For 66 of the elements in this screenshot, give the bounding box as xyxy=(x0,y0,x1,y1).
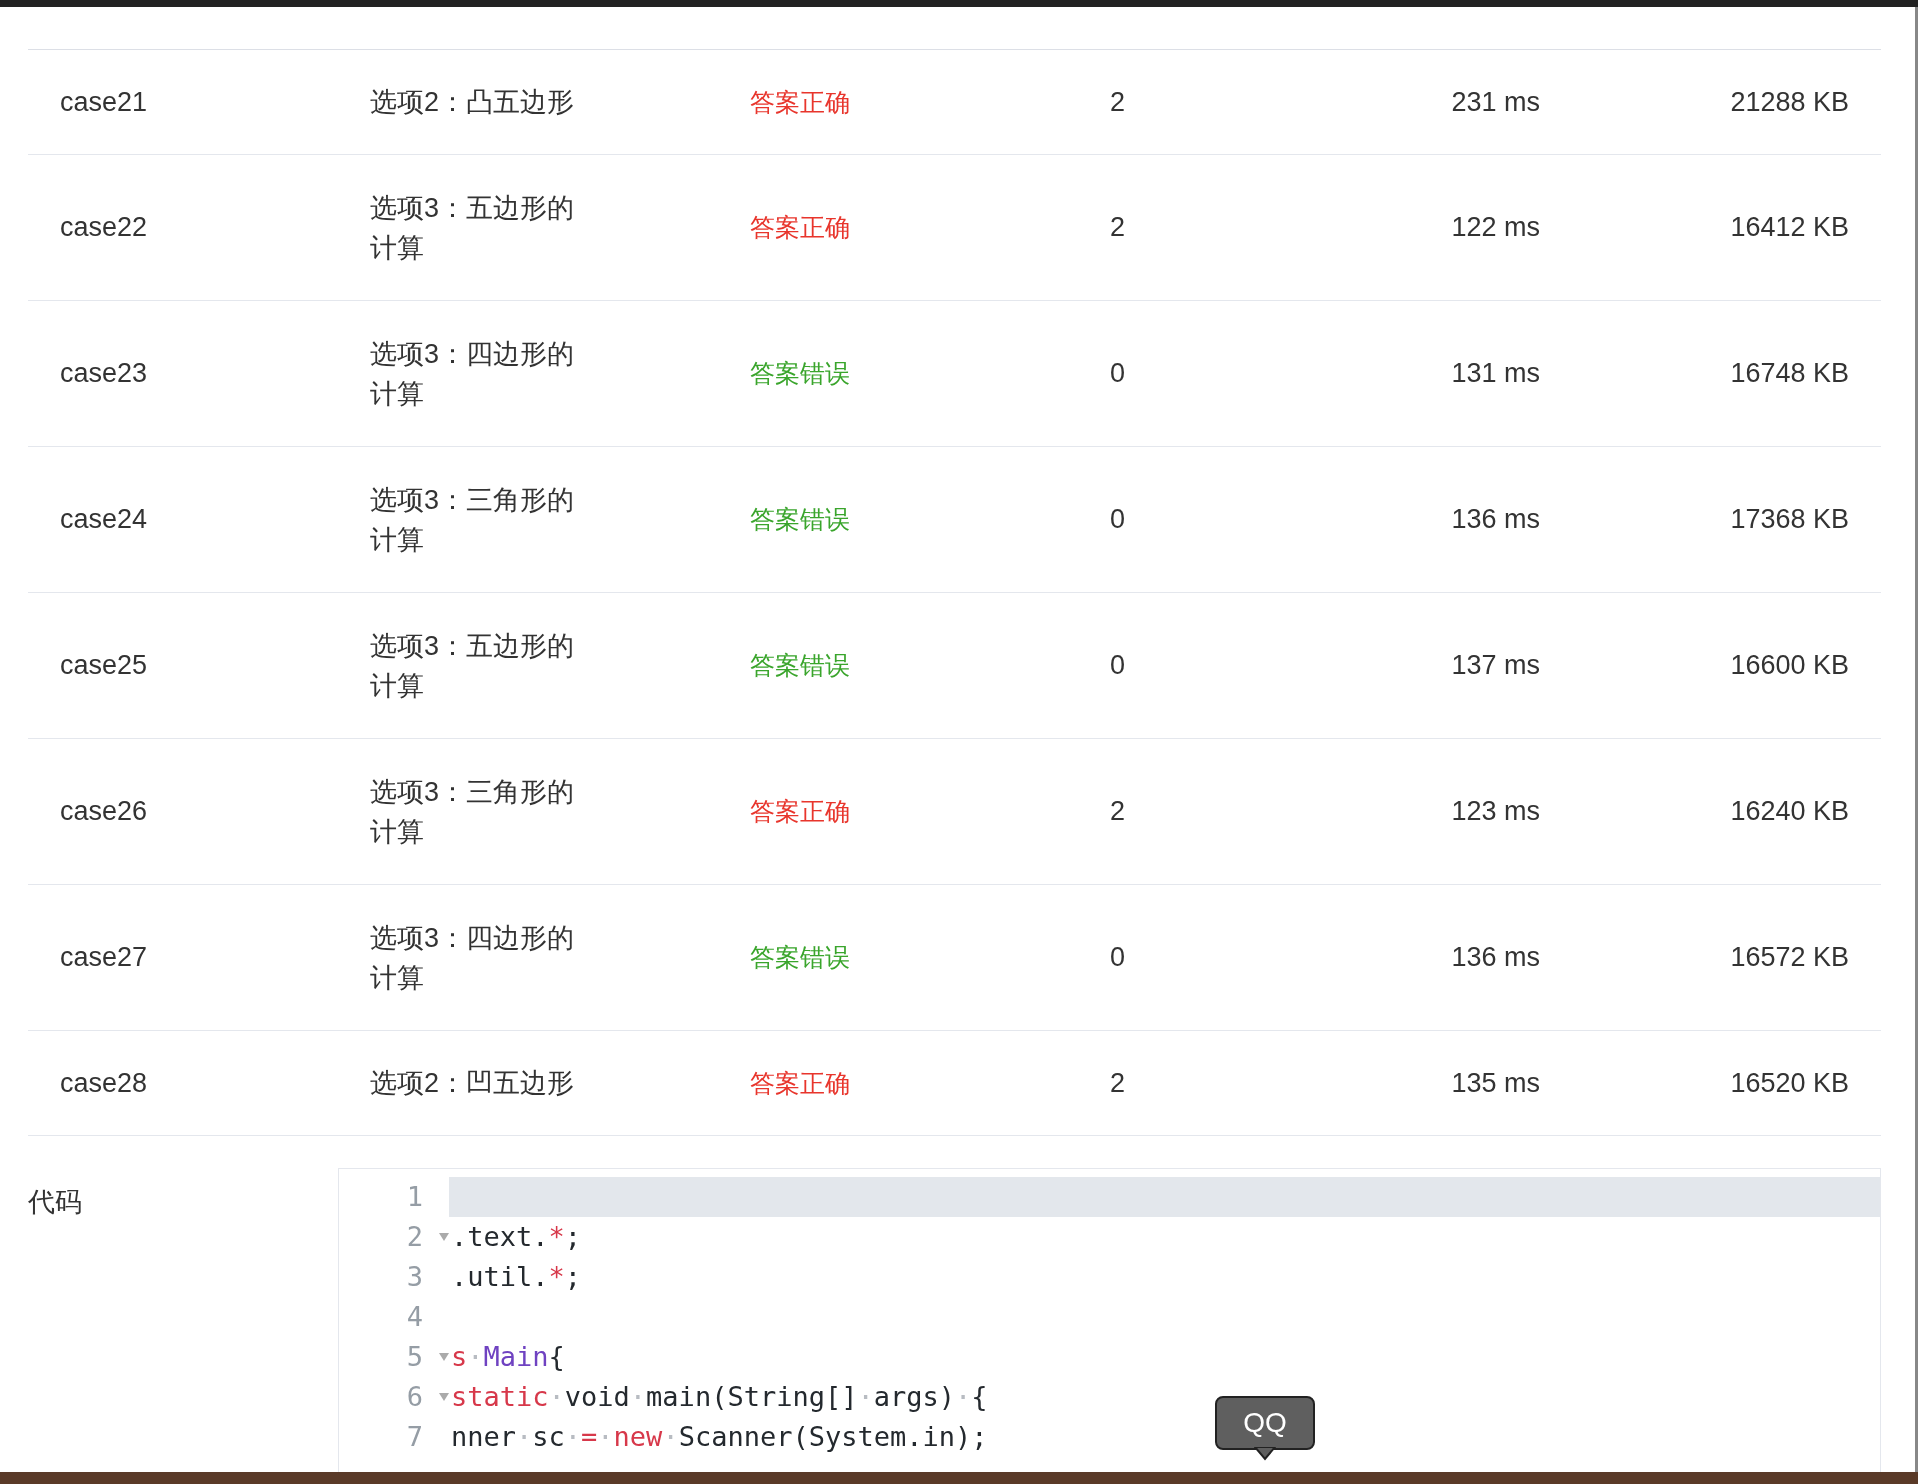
table-cell-text: 选项2：凹五边形 xyxy=(370,1067,576,1100)
line-number: 5 xyxy=(405,1339,423,1374)
code-line: .text.*; xyxy=(451,1219,582,1254)
table-cell-text: 选项3：五边形的计算 xyxy=(370,629,576,703)
table-cell-text: 135 ms xyxy=(1450,1066,1540,1100)
table-cell-text: 选项3：三角形的计算 xyxy=(370,483,576,557)
table-cell-text: case23 xyxy=(59,357,149,391)
line-number: 7 xyxy=(405,1419,423,1454)
table-cell-text: 0 xyxy=(1110,503,1127,537)
table-cell-text: case26 xyxy=(59,795,149,829)
line-number: 4 xyxy=(405,1299,423,1334)
line-number: 2 xyxy=(405,1219,423,1254)
table-cell-text: 2 xyxy=(1110,1066,1127,1100)
status-label: 答案错误 xyxy=(750,651,850,680)
table-cell-text: 122 ms xyxy=(1450,211,1540,245)
table-cell-text: 2 xyxy=(1110,211,1127,245)
table-cell-text: 16412 KB xyxy=(1729,211,1850,245)
table-cell-text: 16572 KB xyxy=(1729,941,1850,975)
table-cell-text: case21 xyxy=(59,85,149,119)
code-line: s·Main{ xyxy=(451,1339,565,1374)
table-cell-text: 16240 KB xyxy=(1729,795,1850,829)
line-number: 6 xyxy=(405,1379,423,1414)
table-cell-text: 123 ms xyxy=(1450,795,1540,829)
fold-caret-icon[interactable] xyxy=(439,1353,449,1361)
table-cell-text: 0 xyxy=(1110,649,1127,683)
code-line: static·void·main(String[]·args)·{ xyxy=(451,1379,988,1414)
table-cell-text: 16520 KB xyxy=(1729,1066,1850,1100)
table-cell-text: 0 xyxy=(1110,941,1127,975)
table-cell-text: 16748 KB xyxy=(1729,357,1850,391)
section-label: 代码 xyxy=(28,1186,83,1219)
fold-caret-icon[interactable] xyxy=(439,1233,449,1241)
code-line: .util.*; xyxy=(451,1259,582,1294)
table-cell-text: 131 ms xyxy=(1450,357,1540,391)
table-cell-text: 136 ms xyxy=(1450,503,1540,537)
table-cell-text: 21288 KB xyxy=(1729,85,1850,119)
table-cell-text: 选项3：五边形的计算 xyxy=(370,191,576,265)
table-cell-text: case28 xyxy=(59,1066,149,1100)
table-cell-text: 136 ms xyxy=(1450,941,1540,975)
status-label: 答案错误 xyxy=(750,505,850,534)
table-cell-text: 17368 KB xyxy=(1729,503,1850,537)
table-cell-text: 2 xyxy=(1110,795,1127,829)
fold-caret-icon[interactable] xyxy=(439,1393,449,1401)
table-cell-text: 137 ms xyxy=(1450,649,1540,683)
code-line: nner·sc·=·new·Scanner(System.in); xyxy=(451,1419,988,1454)
table-cell-text: 0 xyxy=(1110,357,1127,391)
status-label: 答案错误 xyxy=(750,359,850,388)
table-cell-text: 2 xyxy=(1110,85,1127,119)
status-label: 答案正确 xyxy=(750,1068,850,1097)
table-cell-text: 选项3：四边形的计算 xyxy=(370,921,576,995)
tooltip: QQ xyxy=(1215,1396,1315,1450)
table-cell-text: case24 xyxy=(59,503,149,537)
table-cell-text: case27 xyxy=(59,941,149,975)
status-label: 答案正确 xyxy=(750,797,850,826)
table-cell-text: 选项2：凸五边形 xyxy=(370,86,576,119)
status-label: 答案正确 xyxy=(750,87,850,116)
table-cell-text: 选项3：三角形的计算 xyxy=(370,775,576,849)
table-cell-text: case22 xyxy=(59,211,149,245)
status-label: 答案错误 xyxy=(750,943,850,972)
status-label: 答案正确 xyxy=(750,213,850,242)
line-number: 3 xyxy=(405,1259,423,1294)
table-cell-text: 选项3：四边形的计算 xyxy=(370,337,576,411)
table-cell-text: case25 xyxy=(59,649,149,683)
line-number: 1 xyxy=(405,1179,423,1214)
table-cell-text: 231 ms xyxy=(1450,85,1540,119)
tooltip-pointer-icon xyxy=(1254,1447,1276,1461)
table-cell-text: 16600 KB xyxy=(1729,649,1850,683)
